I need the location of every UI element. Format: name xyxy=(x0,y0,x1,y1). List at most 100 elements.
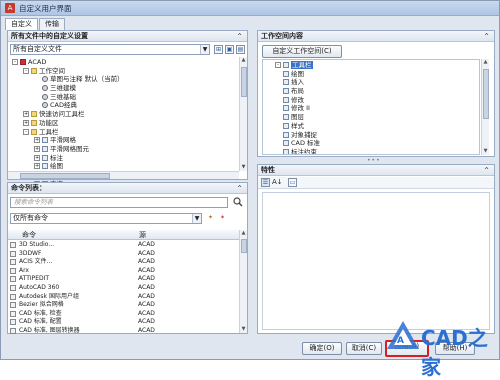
command-row[interactable]: ATTIPEDIT ACAD xyxy=(8,275,239,284)
command-row[interactable]: ACIS 文件... ACAD xyxy=(8,258,239,267)
command-row[interactable]: 3DDWF ACAD xyxy=(8,250,239,259)
collapse-toggle-icon[interactable]: - xyxy=(12,59,18,65)
collapse-chevron-icon[interactable]: ⌃ xyxy=(236,31,243,42)
panel-splitter-grip[interactable]: ••• xyxy=(367,157,381,164)
workspace-tree-item[interactable]: 图层 xyxy=(275,113,475,122)
ok-button[interactable]: 确定(O) xyxy=(302,342,342,355)
save-icon[interactable]: ▣ xyxy=(225,45,234,54)
tree-item-label: 标注 xyxy=(50,153,63,162)
tree-item-label: 功能区 xyxy=(39,118,59,127)
command-list[interactable]: 3D Studio... ACAD 3DDWF ACAD ACIS 文件... ACAD A… xyxy=(8,241,239,336)
new-command-icon[interactable]: ✦ xyxy=(206,214,215,223)
collapse-toggle-icon[interactable]: - xyxy=(23,67,29,74)
workspace-tree-item[interactable]: 样式 xyxy=(275,122,475,131)
customization-file-select[interactable]: 所有自定义文件 ▼ xyxy=(10,44,210,55)
tree-item[interactable]: + 平滑网格 xyxy=(12,136,232,145)
collapse-chevron-icon[interactable]: ⌃ xyxy=(236,183,243,194)
tree-item[interactable]: 三维建模 xyxy=(12,84,232,93)
command-row[interactable]: 3D Studio... ACAD xyxy=(8,241,239,250)
workspace-contents-tree[interactable]: -工具栏绘图插入布局修改修改 II图层样式对象捕捉CAD 标准标注约束几何约束 xyxy=(275,61,475,154)
workspace-tree-item[interactable]: 对象捕捉 xyxy=(275,131,475,140)
workspace-tree-item[interactable]: 修改 II xyxy=(275,104,475,113)
scroll-up-icon[interactable]: ▲ xyxy=(240,230,247,237)
customizations-tree[interactable]: - ACAD - 工作空间 草图与注释 默认（当前） 三维建模 三维基础 CAD经典 + 快速访问… xyxy=(12,58,232,188)
collapse-chevron-icon[interactable]: ⌃ xyxy=(483,165,490,176)
new-command-star-icon[interactable]: ✶ xyxy=(218,214,227,223)
workspace-tree-item[interactable]: 绘图 xyxy=(275,70,475,79)
command-list-scrollbar[interactable]: ▲ ▼ xyxy=(239,230,247,333)
workspace-tree-scrollbar[interactable]: ▲ ▼ xyxy=(481,59,489,155)
tree-item[interactable]: + 绘图 xyxy=(12,162,232,171)
search-icon[interactable] xyxy=(233,197,243,207)
scroll-down-icon[interactable]: ▼ xyxy=(240,326,247,333)
expand-toggle-icon[interactable]: + xyxy=(34,145,40,152)
watermark-text: CAD之家 xyxy=(421,326,488,379)
expand-toggle-icon[interactable]: + xyxy=(23,111,29,118)
toolbar-icon xyxy=(283,131,289,138)
scroll-down-icon[interactable]: ▼ xyxy=(240,164,247,171)
command-source: ACAD xyxy=(138,249,155,257)
command-search-input[interactable]: 搜索命令列表 xyxy=(10,197,228,208)
property-pages-icon[interactable]: ▭ xyxy=(288,178,297,187)
workspace-tree-item[interactable]: - 工具栏 xyxy=(275,61,475,70)
toolbar-icon xyxy=(283,79,289,86)
save-as-icon[interactable]: ▤ xyxy=(236,45,245,54)
scroll-thumb[interactable] xyxy=(241,67,247,97)
scroll-thumb[interactable] xyxy=(483,69,489,119)
tree-item[interactable]: - 工具栏 xyxy=(12,128,232,137)
command-row[interactable]: Arx ACAD xyxy=(8,267,239,276)
customizations-tree-hscrollbar[interactable] xyxy=(8,171,239,179)
open-file-icon[interactable]: ⊞ xyxy=(214,45,223,54)
cancel-button[interactable]: 取消(C) xyxy=(346,342,382,355)
workspace-tree-item[interactable]: 标注约束 xyxy=(275,148,475,154)
expand-toggle-icon[interactable]: + xyxy=(34,163,40,170)
toolbar-icon xyxy=(283,96,289,103)
tree-item[interactable]: 草图与注释 默认（当前） xyxy=(12,75,232,84)
scroll-thumb[interactable] xyxy=(241,239,247,253)
scroll-down-icon[interactable]: ▼ xyxy=(482,148,489,155)
command-row[interactable]: Autodesk 国际用户组 ACAD xyxy=(8,293,239,302)
customize-workspace-button[interactable]: 自定义工作空间(C) xyxy=(262,45,342,58)
tree-item[interactable]: + 标注 xyxy=(12,154,232,163)
expand-toggle-icon[interactable]: + xyxy=(23,119,29,126)
properties-header[interactable]: 特性 ⌃ xyxy=(258,165,494,176)
expand-toggle-icon[interactable]: + xyxy=(34,154,40,161)
customizations-tree-scrollbar[interactable]: ▲ ▼ xyxy=(239,57,247,171)
column-source[interactable]: 源 xyxy=(139,230,146,240)
collapse-toggle-icon[interactable]: - xyxy=(23,128,29,135)
tree-item[interactable]: - ACAD xyxy=(12,58,232,67)
command-list-header[interactable]: 命令列表： ⌃ xyxy=(8,183,247,194)
customizations-panel-header[interactable]: 所有文件中的自定义设置 ⌃ xyxy=(8,31,247,42)
workspace-tree-item[interactable]: 布局 xyxy=(275,87,475,96)
tree-item[interactable]: + 平滑网格图元 xyxy=(12,145,232,154)
tree-item[interactable]: 三维基础 xyxy=(12,93,232,102)
tab-customize[interactable]: 自定义 xyxy=(5,18,38,30)
command-row[interactable]: CAD 标准, 配置 ACAD xyxy=(8,318,239,327)
command-row[interactable]: CAD 标准, 图层转换器 ACAD xyxy=(8,327,239,336)
hscroll-thumb[interactable] xyxy=(20,173,110,179)
categorized-icon[interactable]: ☰ xyxy=(261,178,270,187)
workspace-icon xyxy=(42,85,48,92)
chevron-down-icon: ▼ xyxy=(200,45,209,54)
scroll-up-icon[interactable]: ▲ xyxy=(482,59,489,66)
sort-alphabetical-icon[interactable]: A↓ xyxy=(272,178,283,186)
tree-item[interactable]: + 功能区 xyxy=(12,119,232,128)
scroll-up-icon[interactable]: ▲ xyxy=(240,57,247,64)
workspace-tree-item[interactable]: CAD 标准 xyxy=(275,139,475,148)
tree-item[interactable]: CAD经典 xyxy=(12,101,232,110)
workspace-contents-title: 工作空间内容 xyxy=(261,32,303,40)
expand-toggle-icon[interactable]: + xyxy=(34,137,40,144)
customization-file-select-value: 所有自定义文件 xyxy=(13,45,62,53)
command-row[interactable]: AutoCAD 360 ACAD xyxy=(8,284,239,293)
collapse-toggle-icon[interactable]: - xyxy=(275,62,281,68)
workspace-contents-header[interactable]: 工作空间内容 ⌃ xyxy=(258,31,494,42)
command-filter-select[interactable]: 仅所有命令 ▼ xyxy=(10,213,202,224)
collapse-chevron-icon[interactable]: ⌃ xyxy=(483,31,490,42)
tree-item[interactable]: + 快速访问工具栏 xyxy=(12,110,232,119)
column-command[interactable]: 命令 xyxy=(22,230,36,240)
workspace-tree-item[interactable]: 插入 xyxy=(275,78,475,87)
command-row[interactable]: Bezier 拟合网格 ACAD xyxy=(8,301,239,310)
tab-transfer[interactable]: 传输 xyxy=(39,18,65,30)
tree-item-label: 草图与注释 默认（当前） xyxy=(50,75,124,84)
folder-icon xyxy=(31,128,37,135)
